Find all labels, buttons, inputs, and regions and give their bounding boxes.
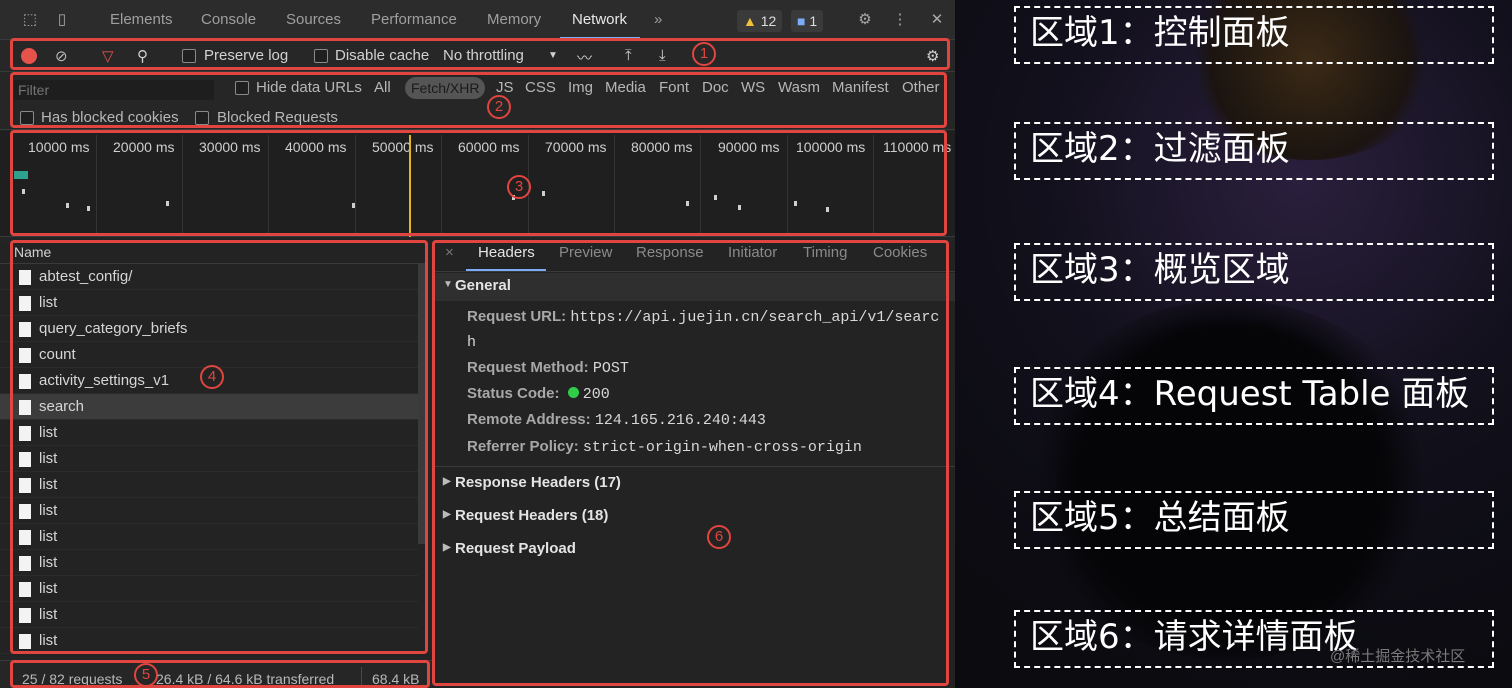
area-5-highlight	[10, 660, 430, 688]
area-3-highlight	[10, 130, 947, 236]
warning-icon: ▲	[743, 13, 757, 29]
device-toolbar-icon[interactable]: ▯	[52, 10, 72, 30]
tab-elements[interactable]: Elements	[110, 11, 173, 28]
more-options-icon[interactable]: ⋮	[890, 10, 910, 30]
area-4-number: 4	[200, 365, 224, 389]
area-1-number: 1	[692, 42, 716, 66]
annotation-area-2: 区域2：过滤面板	[1014, 122, 1494, 180]
area-3-number: 3	[507, 175, 531, 199]
area-2-number: 2	[487, 95, 511, 119]
tab-performance[interactable]: Performance	[371, 11, 457, 28]
area-4-highlight	[10, 240, 428, 654]
messages-badge[interactable]: ■ 1	[791, 10, 824, 32]
annotation-area-1: 区域1：控制面板	[1014, 6, 1494, 64]
area-6-number: 6	[707, 525, 731, 549]
inspect-element-icon[interactable]: ⬚	[20, 10, 40, 30]
warning-count: 12	[760, 13, 777, 29]
warnings-badge[interactable]: ▲ 12	[737, 10, 783, 32]
tab-sources[interactable]: Sources	[286, 11, 341, 28]
area-6-highlight	[432, 240, 949, 686]
area-5-number: 5	[134, 663, 158, 687]
tab-console[interactable]: Console	[201, 11, 256, 28]
annotation-area-3: 区域3：概览区域	[1014, 243, 1494, 301]
tab-memory[interactable]: Memory	[487, 11, 541, 28]
message-icon: ■	[797, 13, 806, 29]
area-2-highlight	[10, 72, 947, 128]
area-1-highlight	[10, 38, 950, 70]
message-count: 1	[809, 13, 818, 29]
annotation-area-4: 区域4：Request Table 面板	[1014, 367, 1494, 425]
more-tabs-button[interactable]: »	[654, 11, 662, 28]
devtools-tabbar: ⬚ ▯ Elements Console Sources Performance…	[0, 0, 955, 40]
devtools-window: ⬚ ▯ Elements Console Sources Performance…	[0, 0, 955, 688]
watermark: @稀土掘金技术社区	[1330, 648, 1466, 665]
settings-gear-icon[interactable]: ⚙	[855, 10, 875, 30]
close-devtools-icon[interactable]: ✕	[927, 10, 947, 30]
annotation-area-5: 区域5：总结面板	[1014, 491, 1494, 549]
screenshot-root: ⬚ ▯ Elements Console Sources Performance…	[0, 0, 1512, 688]
tab-network[interactable]: Network	[572, 11, 627, 28]
background-blob	[1020, 300, 1440, 660]
